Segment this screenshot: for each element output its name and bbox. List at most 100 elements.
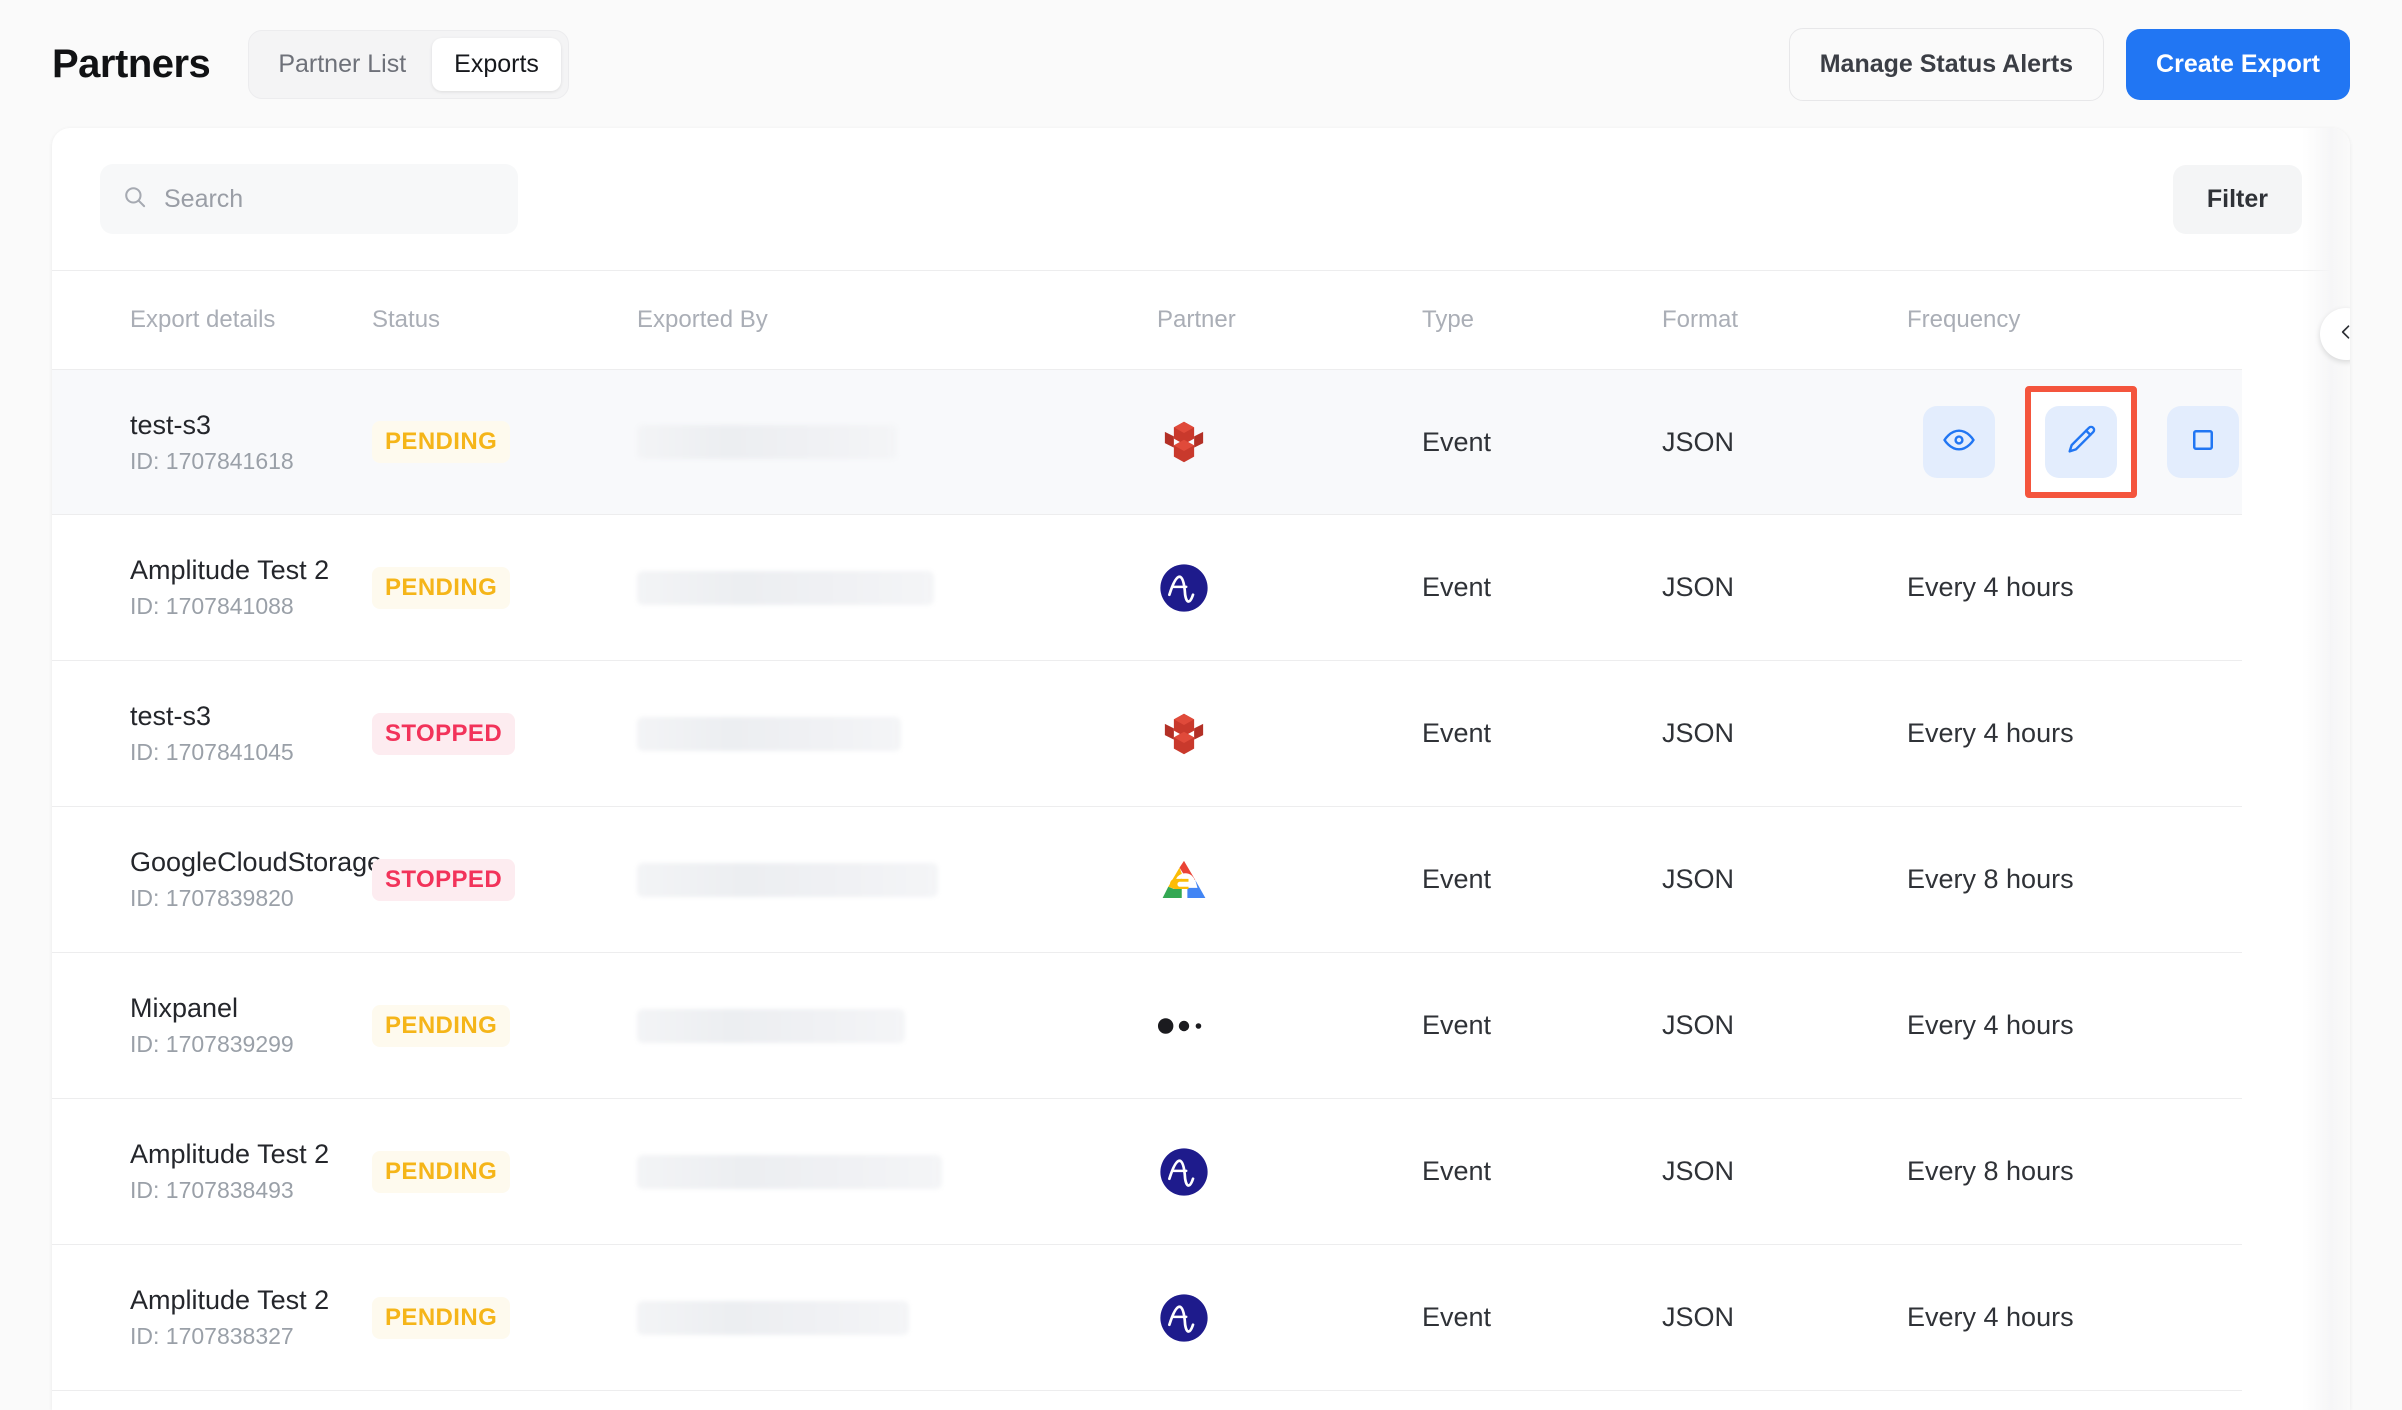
cell-type: Event	[1422, 427, 1662, 458]
cell-partner	[1157, 853, 1422, 907]
format-value: JSON	[1662, 864, 1735, 894]
cell-status: PENDING	[372, 1150, 637, 1193]
table-header-row: Export details Status Exported By Partne…	[52, 271, 2242, 369]
export-name: test-s3	[130, 701, 212, 731]
redacted-value	[637, 570, 934, 605]
export-id: ID: 1707838327	[130, 1323, 294, 1349]
status-badge: PENDING	[372, 1150, 511, 1193]
cell-type: Event	[1422, 1156, 1662, 1187]
amplitude-icon	[1160, 1147, 1208, 1196]
table-row[interactable]: test-s3 ID: 1707841618 PENDING Event JSON	[52, 369, 2242, 515]
aws-s3-icon	[1164, 421, 1204, 463]
export-name: Mixpanel	[130, 993, 239, 1023]
cell-exported-by	[637, 862, 1157, 897]
cell-partner	[1157, 415, 1422, 469]
action-wrapper	[2153, 392, 2253, 492]
column-header-partner: Partner	[1157, 306, 1236, 333]
cell-partner	[1157, 1291, 1422, 1345]
frequency-value: Every 4 hours	[1907, 718, 2074, 748]
amplitude-icon	[1160, 563, 1208, 612]
redacted-value	[637, 1154, 942, 1189]
cell-format: JSON	[1662, 572, 1907, 603]
export-name: Amplitude Test 2	[130, 1285, 330, 1315]
view-export-button[interactable]	[1923, 406, 1995, 478]
type-value: Event	[1422, 864, 1492, 894]
create-export-button[interactable]: Create Export	[2126, 28, 2350, 100]
type-value: Event	[1422, 1302, 1492, 1332]
cell-format: JSON	[1662, 718, 1907, 749]
table-row[interactable]: Amplitude Test 2 ID: 1707838493 PENDING Eve…	[52, 1099, 2242, 1245]
vertical-scrollbar[interactable]	[2324, 271, 2350, 1410]
cell-exported-by	[637, 1300, 1157, 1335]
cell-status: PENDING	[372, 566, 637, 609]
cell-frequency: Every 8 hours	[1907, 1156, 2237, 1187]
export-name: Amplitude Test 2	[130, 1139, 330, 1169]
cell-partner	[1157, 1145, 1422, 1199]
table-row[interactable]: GoogleCloudStorage ID: 1707839820 STOPPED E…	[52, 807, 2242, 953]
exports-table-scroll-area: Export details Status Exported By Partne…	[52, 270, 2350, 1410]
cell-export-details: Amplitude Test 2 ID: 1707838493	[52, 1139, 372, 1204]
status-badge: STOPPED	[372, 858, 516, 901]
frequency-value: Every 8 hours	[1907, 864, 2074, 894]
cell-status: STOPPED	[372, 858, 637, 901]
table-body: test-s3 ID: 1707841618 PENDING Event JSON Amp…	[52, 369, 2242, 1391]
cell-type: Event	[1422, 572, 1662, 603]
type-value: Event	[1422, 718, 1492, 748]
column-header-status: Status	[372, 306, 441, 333]
format-value: JSON	[1662, 1156, 1735, 1186]
cell-export-details: Amplitude Test 2 ID: 1707838327	[52, 1285, 372, 1350]
exports-table: Export details Status Exported By Partne…	[52, 271, 2242, 1391]
stop-icon	[2188, 425, 2218, 460]
edit-action-highlight	[2025, 386, 2137, 498]
type-value: Event	[1422, 1156, 1492, 1186]
frequency-value: Every 4 hours	[1907, 1010, 2074, 1040]
cell-type: Event	[1422, 1010, 1662, 1041]
table-toolbar: Search Filter	[52, 128, 2350, 270]
cell-partner	[1157, 999, 1422, 1053]
export-name: GoogleCloudStorage	[130, 847, 383, 877]
status-badge: STOPPED	[372, 712, 516, 755]
tab-exports[interactable]: Exports	[432, 37, 561, 91]
manage-status-alerts-button[interactable]: Manage Status Alerts	[1788, 27, 2105, 101]
page-header: Partners Partner List Exports Manage Sta…	[0, 0, 2402, 128]
stop-export-button[interactable]	[2167, 406, 2239, 478]
mixpanel-icon	[1157, 1017, 1202, 1034]
table-row[interactable]: Amplitude Test 2 ID: 1707838327 PENDING Eve…	[52, 1245, 2242, 1391]
cell-frequency: Every 4 hours	[1907, 572, 2237, 603]
column-header-type: Type	[1422, 306, 1475, 333]
cell-type: Event	[1422, 718, 1662, 749]
export-id: ID: 1707839820	[130, 885, 294, 911]
cell-partner	[1157, 707, 1422, 761]
table-row[interactable]: Amplitude Test 2 ID: 1707841088 PENDING Eve…	[52, 515, 2242, 661]
edit-export-button[interactable]	[2045, 406, 2117, 478]
table-row[interactable]: test-s3 ID: 1707841045 STOPPED Event JSON Eve…	[52, 661, 2242, 807]
filter-button[interactable]: Filter	[2172, 164, 2302, 234]
cell-exported-by	[637, 1154, 1157, 1189]
tab-partner-list[interactable]: Partner List	[256, 38, 428, 91]
type-value: Event	[1422, 572, 1492, 602]
redacted-value	[637, 1008, 905, 1043]
column-header-export-details: Export details	[130, 306, 276, 333]
column-header-exported-by: Exported By	[637, 306, 768, 333]
search-input[interactable]: Search	[100, 164, 518, 234]
export-id: ID: 1707841618	[130, 447, 294, 474]
export-name: Amplitude Test 2	[130, 555, 330, 585]
redacted-value	[637, 425, 897, 459]
export-name: test-s3	[130, 409, 212, 440]
type-value: Event	[1422, 426, 1492, 457]
cell-frequency: Every 4 hours	[1907, 1010, 2237, 1041]
google-cloud-icon	[1162, 860, 1206, 898]
cell-status: STOPPED	[372, 712, 637, 755]
cell-export-details: Amplitude Test 2 ID: 1707841088	[52, 555, 372, 620]
format-value: JSON	[1662, 718, 1735, 748]
chevron-left-icon	[2336, 322, 2350, 347]
cell-type: Event	[1422, 864, 1662, 895]
format-value: JSON	[1662, 426, 1735, 457]
amplitude-icon	[1160, 1293, 1208, 1342]
table-row[interactable]: Mixpanel ID: 1707839299 PENDING Event JSON Ev…	[52, 953, 2242, 1099]
cell-format: JSON	[1662, 864, 1907, 895]
scrollbar-thumb[interactable]	[2330, 389, 2344, 761]
export-id: ID: 1707841045	[130, 739, 294, 765]
cell-export-details: test-s3 ID: 1707841045	[52, 701, 372, 766]
pencil-icon	[2064, 423, 2098, 462]
